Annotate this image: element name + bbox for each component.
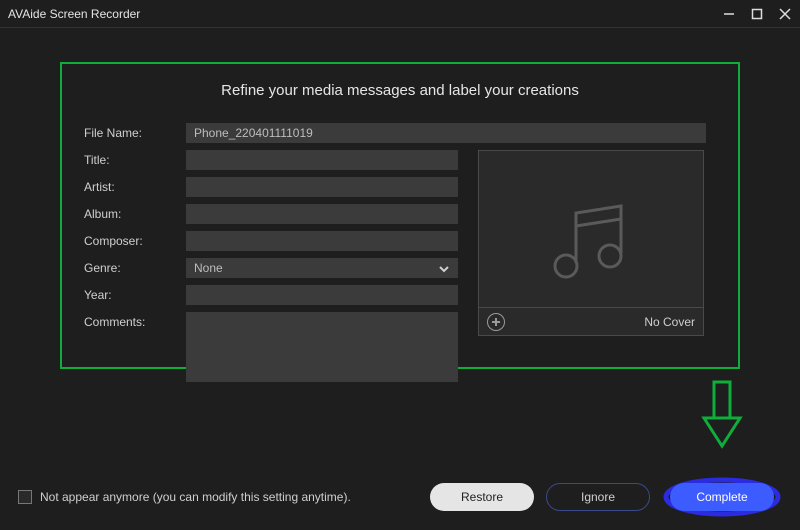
- no-cover-label: No Cover: [644, 315, 695, 329]
- label-comments: Comments:: [84, 312, 186, 332]
- cover-art-box: No Cover: [478, 150, 704, 336]
- panel-heading: Refine your media messages and label you…: [84, 82, 716, 99]
- complete-highlight: Complete: [662, 477, 782, 517]
- comments-input[interactable]: [186, 312, 458, 382]
- close-button[interactable]: [778, 7, 792, 21]
- titlebar: AVAide Screen Recorder: [0, 0, 800, 28]
- label-filename: File Name:: [84, 123, 186, 143]
- minimize-button[interactable]: [722, 7, 736, 21]
- label-album: Album:: [84, 204, 186, 224]
- composer-input[interactable]: [186, 231, 458, 251]
- label-genre: Genre:: [84, 258, 186, 278]
- metadata-panel: Refine your media messages and label you…: [60, 62, 740, 369]
- window-title: AVAide Screen Recorder: [8, 7, 722, 21]
- filename-input[interactable]: [186, 123, 706, 143]
- not-appear-checkbox[interactable]: [18, 490, 32, 504]
- title-input[interactable]: [186, 150, 458, 170]
- album-input[interactable]: [186, 204, 458, 224]
- music-note-icon: [536, 188, 646, 298]
- complete-button[interactable]: Complete: [670, 483, 774, 511]
- genre-select[interactable]: [186, 258, 458, 278]
- artist-input[interactable]: [186, 177, 458, 197]
- window-controls: [722, 7, 792, 21]
- not-appear-label: Not appear anymore (you can modify this …: [40, 490, 351, 504]
- label-composer: Composer:: [84, 231, 186, 251]
- footer-bar: Not appear anymore (you can modify this …: [0, 472, 800, 530]
- restore-button[interactable]: Restore: [430, 483, 534, 511]
- arrow-down-annotation: [696, 380, 748, 450]
- year-input[interactable]: [186, 285, 458, 305]
- add-cover-button[interactable]: [487, 313, 505, 331]
- label-title: Title:: [84, 150, 186, 170]
- maximize-button[interactable]: [750, 7, 764, 21]
- label-artist: Artist:: [84, 177, 186, 197]
- label-year: Year:: [84, 285, 186, 305]
- ignore-button[interactable]: Ignore: [546, 483, 650, 511]
